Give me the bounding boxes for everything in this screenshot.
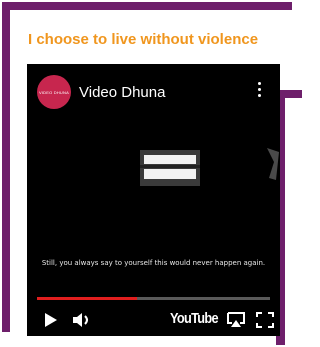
- channel-name[interactable]: Video Dhuna: [79, 84, 165, 101]
- airplay-icon[interactable]: [226, 312, 246, 328]
- channel-avatar[interactable]: VIDEO DHUNA: [37, 75, 71, 109]
- progress-bar[interactable]: [37, 297, 270, 300]
- volume-icon[interactable]: [72, 312, 94, 328]
- progress-fill: [37, 297, 138, 300]
- video-player[interactable]: VIDEO DHUNA Video Dhuna Still, you alway…: [27, 64, 280, 336]
- video-frame-window: [140, 150, 200, 186]
- play-icon[interactable]: [44, 312, 58, 328]
- kebab-menu-icon[interactable]: [258, 82, 262, 100]
- page-heading: I choose to live without violence: [28, 31, 259, 48]
- card-frame-right-inner: [285, 98, 302, 345]
- channel-avatar-label: VIDEO DHUNA: [39, 89, 69, 95]
- fullscreen-icon[interactable]: [256, 312, 274, 328]
- youtube-logo[interactable]: YouTube: [170, 310, 219, 327]
- video-frame-edge: [267, 148, 279, 180]
- video-caption: Still, you always say to yourself this w…: [41, 259, 266, 267]
